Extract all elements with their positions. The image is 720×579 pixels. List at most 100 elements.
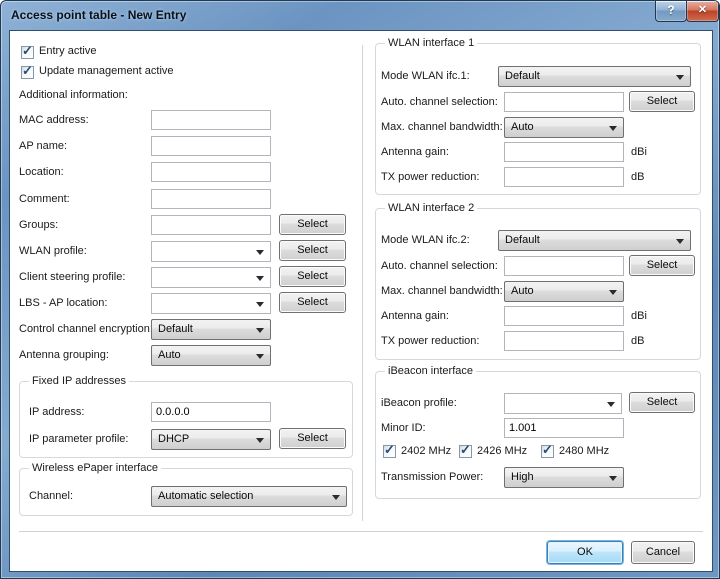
auto-channel-selection-input-2[interactable]: [504, 256, 624, 276]
ibeacon-profile-select-button[interactable]: Select: [629, 392, 695, 413]
freq-2426-checkbox[interactable]: [459, 445, 472, 458]
max-channel-bandwidth-label-1: Max. channel bandwidth:: [381, 121, 503, 133]
mode-wlan-ifc2-label: Mode WLAN ifc.2:: [381, 234, 470, 246]
location-input[interactable]: [151, 162, 271, 182]
lbs-ap-location-combo[interactable]: [151, 293, 271, 314]
column-separator: [362, 45, 363, 521]
chevron-down-icon: [256, 328, 264, 333]
transmission-power-label: Transmission Power:: [381, 471, 483, 483]
close-button[interactable]: ✕: [686, 1, 719, 22]
chevron-down-icon: [256, 302, 264, 307]
dialog-title: Access point table - New Entry: [11, 8, 186, 22]
mode-wlan-ifc2-combo[interactable]: Default: [498, 230, 691, 251]
wlan-profile-select-button[interactable]: Select: [279, 240, 346, 261]
transmission-power-combo[interactable]: High: [504, 467, 624, 488]
wlan-profile-label: WLAN profile:: [19, 245, 87, 257]
freq-2402-checkbox[interactable]: [383, 445, 396, 458]
antenna-gain-unit-2: dBi: [631, 310, 647, 322]
ip-parameter-profile-label: IP parameter profile:: [29, 433, 128, 445]
tx-power-unit-2: dB: [631, 335, 644, 347]
minor-id-label: Minor ID:: [381, 422, 426, 434]
minor-id-input[interactable]: [504, 418, 624, 438]
tx-power-reduction-input-1[interactable]: [504, 167, 624, 187]
chevron-down-icon: [256, 354, 264, 359]
comment-label: Comment:: [19, 193, 70, 205]
chevron-down-icon: [256, 438, 264, 443]
close-icon: ✕: [698, 4, 707, 16]
additional-information-label: Additional information:: [19, 89, 128, 101]
freq-2402-label: 2402 MHz: [401, 445, 451, 457]
comment-input[interactable]: [151, 189, 271, 209]
entry-active-label: Entry active: [39, 45, 96, 57]
client-steering-profile-label: Client steering profile:: [19, 271, 125, 283]
help-icon: ?: [667, 3, 674, 17]
lbs-ap-location-label: LBS - AP location:: [19, 297, 107, 309]
ibeacon-profile-label: iBeacon profile:: [381, 397, 457, 409]
titlebar[interactable]: Access point table - New Entry: [1, 1, 719, 29]
wlan-interface-2-title: WLAN interface 2: [385, 202, 477, 215]
auto-channel-select-button-2[interactable]: Select: [629, 255, 695, 276]
chevron-down-icon: [332, 495, 340, 500]
wireless-epaper-title: Wireless ePaper interface: [29, 462, 161, 475]
ap-name-label: AP name:: [19, 140, 67, 152]
tx-power-reduction-label-2: TX power reduction:: [381, 335, 479, 347]
wlan-profile-combo[interactable]: [151, 241, 271, 262]
mac-address-label: MAC address:: [19, 114, 89, 126]
antenna-gain-unit-1: dBi: [631, 146, 647, 158]
client-steering-profile-combo[interactable]: [151, 267, 271, 288]
ip-parameter-select-button[interactable]: Select: [279, 428, 346, 449]
auto-channel-selection-label-1: Auto. channel selection:: [381, 96, 498, 108]
groups-select-button[interactable]: Select: [279, 214, 346, 235]
fixed-ip-addresses-title: Fixed IP addresses: [29, 375, 129, 388]
max-channel-bandwidth-combo-1[interactable]: Auto: [504, 117, 624, 138]
groups-label: Groups:: [19, 219, 58, 231]
update-management-checkbox[interactable]: [21, 66, 34, 79]
help-button[interactable]: ?: [655, 1, 687, 22]
control-channel-encryption-combo[interactable]: Default: [151, 319, 271, 340]
chevron-down-icon: [609, 290, 617, 295]
ip-parameter-profile-combo[interactable]: DHCP: [151, 429, 271, 450]
ap-name-input[interactable]: [151, 136, 271, 156]
ok-button[interactable]: OK: [547, 541, 623, 564]
client-steering-select-button[interactable]: Select: [279, 266, 346, 287]
chevron-down-icon: [607, 402, 615, 407]
cancel-button[interactable]: Cancel: [631, 541, 695, 564]
chevron-down-icon: [609, 476, 617, 481]
wlan-interface-1-title: WLAN interface 1: [385, 37, 477, 50]
entry-active-checkbox[interactable]: [21, 46, 34, 59]
chevron-down-icon: [676, 239, 684, 244]
freq-2426-label: 2426 MHz: [477, 445, 527, 457]
update-management-label: Update management active: [39, 65, 174, 77]
freq-2480-label: 2480 MHz: [559, 445, 609, 457]
antenna-gain-label-1: Antenna gain:: [381, 146, 449, 158]
antenna-grouping-combo[interactable]: Auto: [151, 345, 271, 366]
ibeacon-interface-title: iBeacon interface: [385, 365, 476, 378]
ibeacon-profile-combo[interactable]: [504, 393, 622, 414]
dialog-window: Access point table - New Entry ? ✕ Entry…: [0, 0, 720, 579]
freq-2480-checkbox[interactable]: [541, 445, 554, 458]
auto-channel-selection-label-2: Auto. channel selection:: [381, 260, 498, 272]
groups-input[interactable]: [151, 215, 271, 235]
channel-label: Channel:: [29, 490, 73, 502]
ip-address-input[interactable]: [151, 402, 271, 422]
auto-channel-select-button-1[interactable]: Select: [629, 91, 695, 112]
mode-wlan-ifc1-combo[interactable]: Default: [498, 66, 691, 87]
auto-channel-selection-input-1[interactable]: [504, 92, 624, 112]
antenna-gain-input-1[interactable]: [504, 142, 624, 162]
tx-power-reduction-input-2[interactable]: [504, 331, 624, 351]
footer-separator: [19, 531, 703, 532]
control-channel-encryption-label: Control channel encryption:: [19, 323, 153, 335]
antenna-gain-input-2[interactable]: [504, 306, 624, 326]
antenna-grouping-label: Antenna grouping:: [19, 349, 109, 361]
chevron-down-icon: [676, 75, 684, 80]
mode-wlan-ifc1-label: Mode WLAN ifc.1:: [381, 70, 470, 82]
chevron-down-icon: [256, 276, 264, 281]
antenna-gain-label-2: Antenna gain:: [381, 310, 449, 322]
chevron-down-icon: [609, 126, 617, 131]
max-channel-bandwidth-combo-2[interactable]: Auto: [504, 281, 624, 302]
mac-address-input[interactable]: [151, 110, 271, 130]
tx-power-unit-1: dB: [631, 171, 644, 183]
lbs-ap-location-select-button[interactable]: Select: [279, 292, 346, 313]
location-label: Location:: [19, 166, 64, 178]
epaper-channel-combo[interactable]: Automatic selection: [151, 486, 347, 507]
